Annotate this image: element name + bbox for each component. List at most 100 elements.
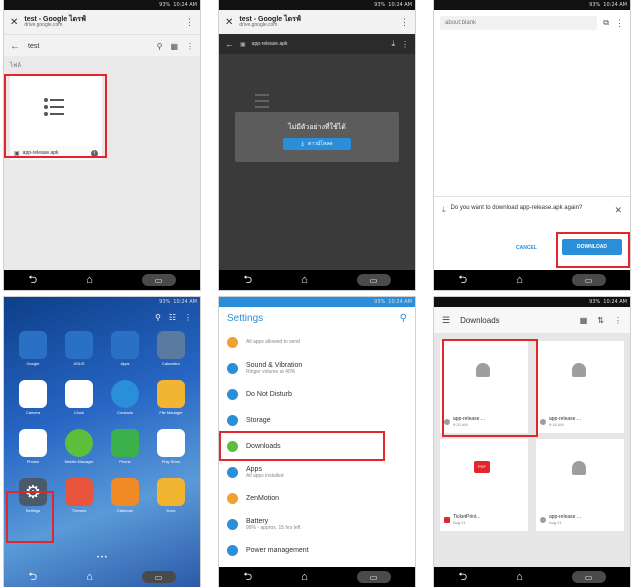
settings-item[interactable]: Sound & Vibration Ringer volume at 40% bbox=[219, 355, 415, 381]
more-icon[interactable]: ⋮ bbox=[614, 316, 622, 325]
search-icon[interactable]: ⚲ bbox=[400, 313, 407, 324]
app-item[interactable]: File Manager bbox=[148, 380, 194, 415]
address-bar[interactable]: about:blank bbox=[440, 16, 598, 30]
settings-header: Settings ⚲ bbox=[219, 307, 415, 329]
more-icon[interactable]: ⋮ bbox=[184, 313, 192, 322]
recent-apps-icon[interactable]: ▭ bbox=[571, 274, 606, 286]
sort-icon[interactable]: ☷ bbox=[169, 313, 176, 322]
back-nav-icon[interactable]: ⮌ bbox=[28, 568, 37, 587]
settings-item-icon bbox=[227, 492, 238, 504]
download-icon[interactable]: ⤓ bbox=[391, 39, 395, 49]
nav-bar: ⮌ ⌂ ▭ bbox=[434, 270, 630, 290]
recent-apps-icon[interactable]: ▭ bbox=[141, 571, 176, 583]
back-nav-icon[interactable]: ⮌ bbox=[458, 568, 467, 587]
more-icon[interactable]: ⋮ bbox=[186, 42, 194, 51]
android-icon bbox=[540, 418, 546, 425]
close-icon[interactable]: ✕ bbox=[10, 17, 18, 28]
home-nav-icon[interactable]: ⌂ bbox=[516, 274, 523, 286]
app-label: Camera bbox=[25, 410, 41, 415]
app-item[interactable]: Photos bbox=[10, 429, 56, 464]
app-item[interactable]: Clock bbox=[56, 380, 102, 415]
app-item[interactable]: ASUS bbox=[56, 331, 102, 366]
search-icon[interactable]: ⚲ bbox=[155, 313, 161, 322]
screen-drive-folder: 93% 10:24 AM ✕ test - Google ไดรฟ์ drive.… bbox=[4, 0, 200, 290]
back-nav-icon[interactable]: ⮌ bbox=[243, 271, 252, 290]
back-nav-icon[interactable]: ⮌ bbox=[243, 568, 252, 587]
home-nav-icon[interactable]: ⌂ bbox=[301, 571, 308, 583]
highlight-box bbox=[6, 491, 54, 543]
app-item[interactable]: Mobile Manager bbox=[56, 429, 102, 464]
page-url: drive.google.com bbox=[239, 22, 278, 28]
settings-item[interactable]: Storage bbox=[219, 407, 415, 433]
recent-apps-icon[interactable]: ▭ bbox=[356, 571, 391, 583]
recent-apps-icon[interactable]: ▭ bbox=[141, 274, 176, 286]
more-icon[interactable]: ⋮ bbox=[185, 17, 194, 28]
close-icon[interactable]: ✕ bbox=[614, 205, 622, 216]
recent-apps-icon[interactable]: ▭ bbox=[571, 571, 606, 583]
app-item[interactable]: Apps bbox=[102, 331, 148, 366]
download-icon: ⤓ bbox=[442, 205, 446, 214]
highlight-box bbox=[556, 232, 630, 268]
settings-item[interactable]: ZenMotion bbox=[219, 485, 415, 511]
battery-text: 93% bbox=[159, 299, 171, 305]
app-item[interactable]: Themes bbox=[56, 478, 102, 513]
app-label: File Manager bbox=[159, 410, 183, 415]
download-item[interactable]: PDF TicketPrint... Aug 21 bbox=[440, 439, 528, 531]
bolt-icon bbox=[65, 429, 93, 457]
settings-item[interactable]: Do Not Disturb bbox=[219, 381, 415, 407]
app-item[interactable]: Play Store bbox=[148, 429, 194, 464]
app-label: Docs bbox=[166, 508, 176, 513]
android-icon bbox=[540, 516, 546, 523]
more-icon[interactable]: ⋮ bbox=[615, 18, 624, 29]
recent-apps-icon[interactable]: ▭ bbox=[356, 274, 391, 286]
app-item[interactable]: Camera bbox=[10, 380, 56, 415]
home-nav-icon[interactable]: ⌂ bbox=[301, 274, 308, 286]
status-bar: 93% 10:24 AM bbox=[434, 297, 630, 307]
settings-item-label: Do Not Disturb bbox=[246, 390, 292, 398]
cancel-button[interactable]: CANCEL bbox=[516, 245, 537, 251]
page-indicator: • • • bbox=[97, 555, 107, 561]
screen-drive-preview: 93% 10:24 AM ✕ test - Google ไดรฟ์ drive.… bbox=[219, 0, 415, 290]
home-nav-icon[interactable]: ⌂ bbox=[86, 274, 93, 286]
back-nav-icon[interactable]: ⮌ bbox=[458, 271, 467, 290]
app-item[interactable]: Contacts bbox=[102, 380, 148, 415]
sort-icon[interactable]: ⇅ bbox=[597, 316, 604, 325]
grid-view-icon[interactable]: ▦ bbox=[580, 316, 588, 325]
app-item[interactable]: Phone bbox=[102, 429, 148, 464]
grid-view-icon[interactable]: ▦ bbox=[170, 42, 178, 51]
download-item[interactable]: app-release ... Aug 21 bbox=[536, 439, 624, 531]
settings-item-sub: All apps allowed to send bbox=[246, 339, 300, 345]
app-item[interactable]: Docs bbox=[148, 478, 194, 513]
close-icon[interactable]: ✕ bbox=[225, 17, 233, 28]
apk-file-icon: ▣ bbox=[240, 41, 246, 48]
app-item[interactable]: Calendar bbox=[102, 478, 148, 513]
download-item[interactable]: app-release ... 9:18 AM bbox=[536, 341, 624, 433]
app-item[interactable]: Calculator bbox=[148, 331, 194, 366]
settings-item-icon bbox=[227, 544, 238, 556]
download-button-label: ดาวน์โหลด bbox=[308, 141, 333, 147]
download-meta: 9:18 AM bbox=[549, 422, 564, 427]
settings-item[interactable]: All apps allowed to send bbox=[219, 329, 415, 355]
back-nav-icon[interactable]: ⮌ bbox=[28, 271, 37, 290]
more-icon[interactable]: ⋮ bbox=[401, 40, 409, 49]
settings-item-label: Storage bbox=[246, 416, 271, 424]
google-folder-icon bbox=[19, 331, 47, 359]
app-label: Photos bbox=[26, 459, 40, 464]
home-nav-icon[interactable]: ⌂ bbox=[86, 571, 93, 583]
settings-item[interactable]: Apps All apps installed bbox=[219, 459, 415, 485]
settings-item[interactable]: Power management bbox=[219, 537, 415, 563]
dialog-message: ไม่มีตัวอย่างที่ใช้ได้ bbox=[288, 124, 346, 131]
app-item[interactable]: Google bbox=[10, 331, 56, 366]
nav-bar: ⮌ ⌂ ▭ bbox=[4, 270, 200, 290]
settings-item[interactable]: Battery 99% - approx. 15 hrs left bbox=[219, 511, 415, 537]
settings-item-icon bbox=[227, 414, 238, 426]
home-nav-icon[interactable]: ⌂ bbox=[516, 571, 523, 583]
more-icon[interactable]: ⋮ bbox=[400, 17, 409, 28]
phone-icon bbox=[111, 429, 139, 457]
download-button[interactable]: ⤓ ดาวน์โหลด bbox=[283, 138, 351, 150]
tabs-icon[interactable]: ⧉ bbox=[603, 18, 609, 28]
menu-icon[interactable]: ☰ bbox=[442, 315, 450, 326]
back-arrow-icon[interactable]: ← bbox=[10, 41, 20, 52]
back-arrow-icon[interactable]: ← bbox=[225, 39, 234, 49]
search-icon[interactable]: ⚲ bbox=[157, 42, 163, 51]
